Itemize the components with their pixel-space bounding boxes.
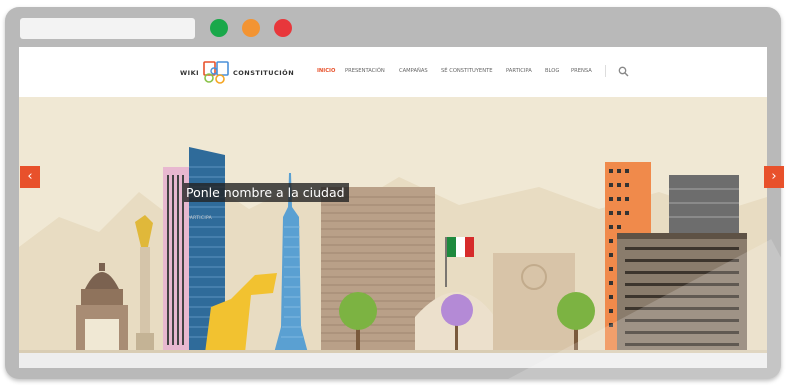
content-strip <box>19 353 767 368</box>
browser-window: WIKI CONSTITUCIÓN INICIO PRESENTACIÓN CA… <box>5 7 781 379</box>
menu-presentacion[interactable]: PRESENTACIÓN <box>345 68 385 74</box>
logo-word-constitucion: CONSTITUCIÓN <box>233 69 295 77</box>
hero-slider: Ponle nombre a la ciudad PARTICIPA <box>19 97 767 353</box>
hero-title[interactable]: Ponle nombre a la ciudad <box>184 183 349 202</box>
window-dot-green[interactable] <box>210 19 228 37</box>
book-icon <box>203 61 229 84</box>
chevron-left-icon: ‹ <box>27 169 33 184</box>
menu-se-constituyente[interactable]: SÉ CONSTITUYENTE <box>441 68 493 74</box>
menu-divider <box>605 65 606 77</box>
site-header: WIKI CONSTITUCIÓN INICIO PRESENTACIÓN CA… <box>19 47 767 97</box>
slider-prev-button[interactable]: ‹ <box>20 166 40 188</box>
slider-next-button[interactable]: › <box>764 166 784 188</box>
search-icon[interactable] <box>618 66 629 77</box>
page-viewport: WIKI CONSTITUCIÓN INICIO PRESENTACIÓN CA… <box>19 47 767 368</box>
hero-subtitle[interactable]: PARTICIPA <box>187 216 212 221</box>
menu-inicio[interactable]: INICIO <box>317 68 335 74</box>
menu-blog[interactable]: BLOG <box>545 68 559 74</box>
window-dot-red[interactable] <box>274 19 292 37</box>
logo-word-wiki: WIKI <box>180 69 200 77</box>
chevron-right-icon: › <box>771 169 777 184</box>
window-dot-orange[interactable] <box>242 19 260 37</box>
menu-campanas[interactable]: CAMPAÑAS <box>399 68 428 74</box>
city-skyline-illustration <box>19 147 767 353</box>
address-bar[interactable] <box>20 18 195 39</box>
menu-prensa[interactable]: PRENSA <box>571 68 592 74</box>
menu-participa[interactable]: PARTICIPA <box>506 68 532 74</box>
